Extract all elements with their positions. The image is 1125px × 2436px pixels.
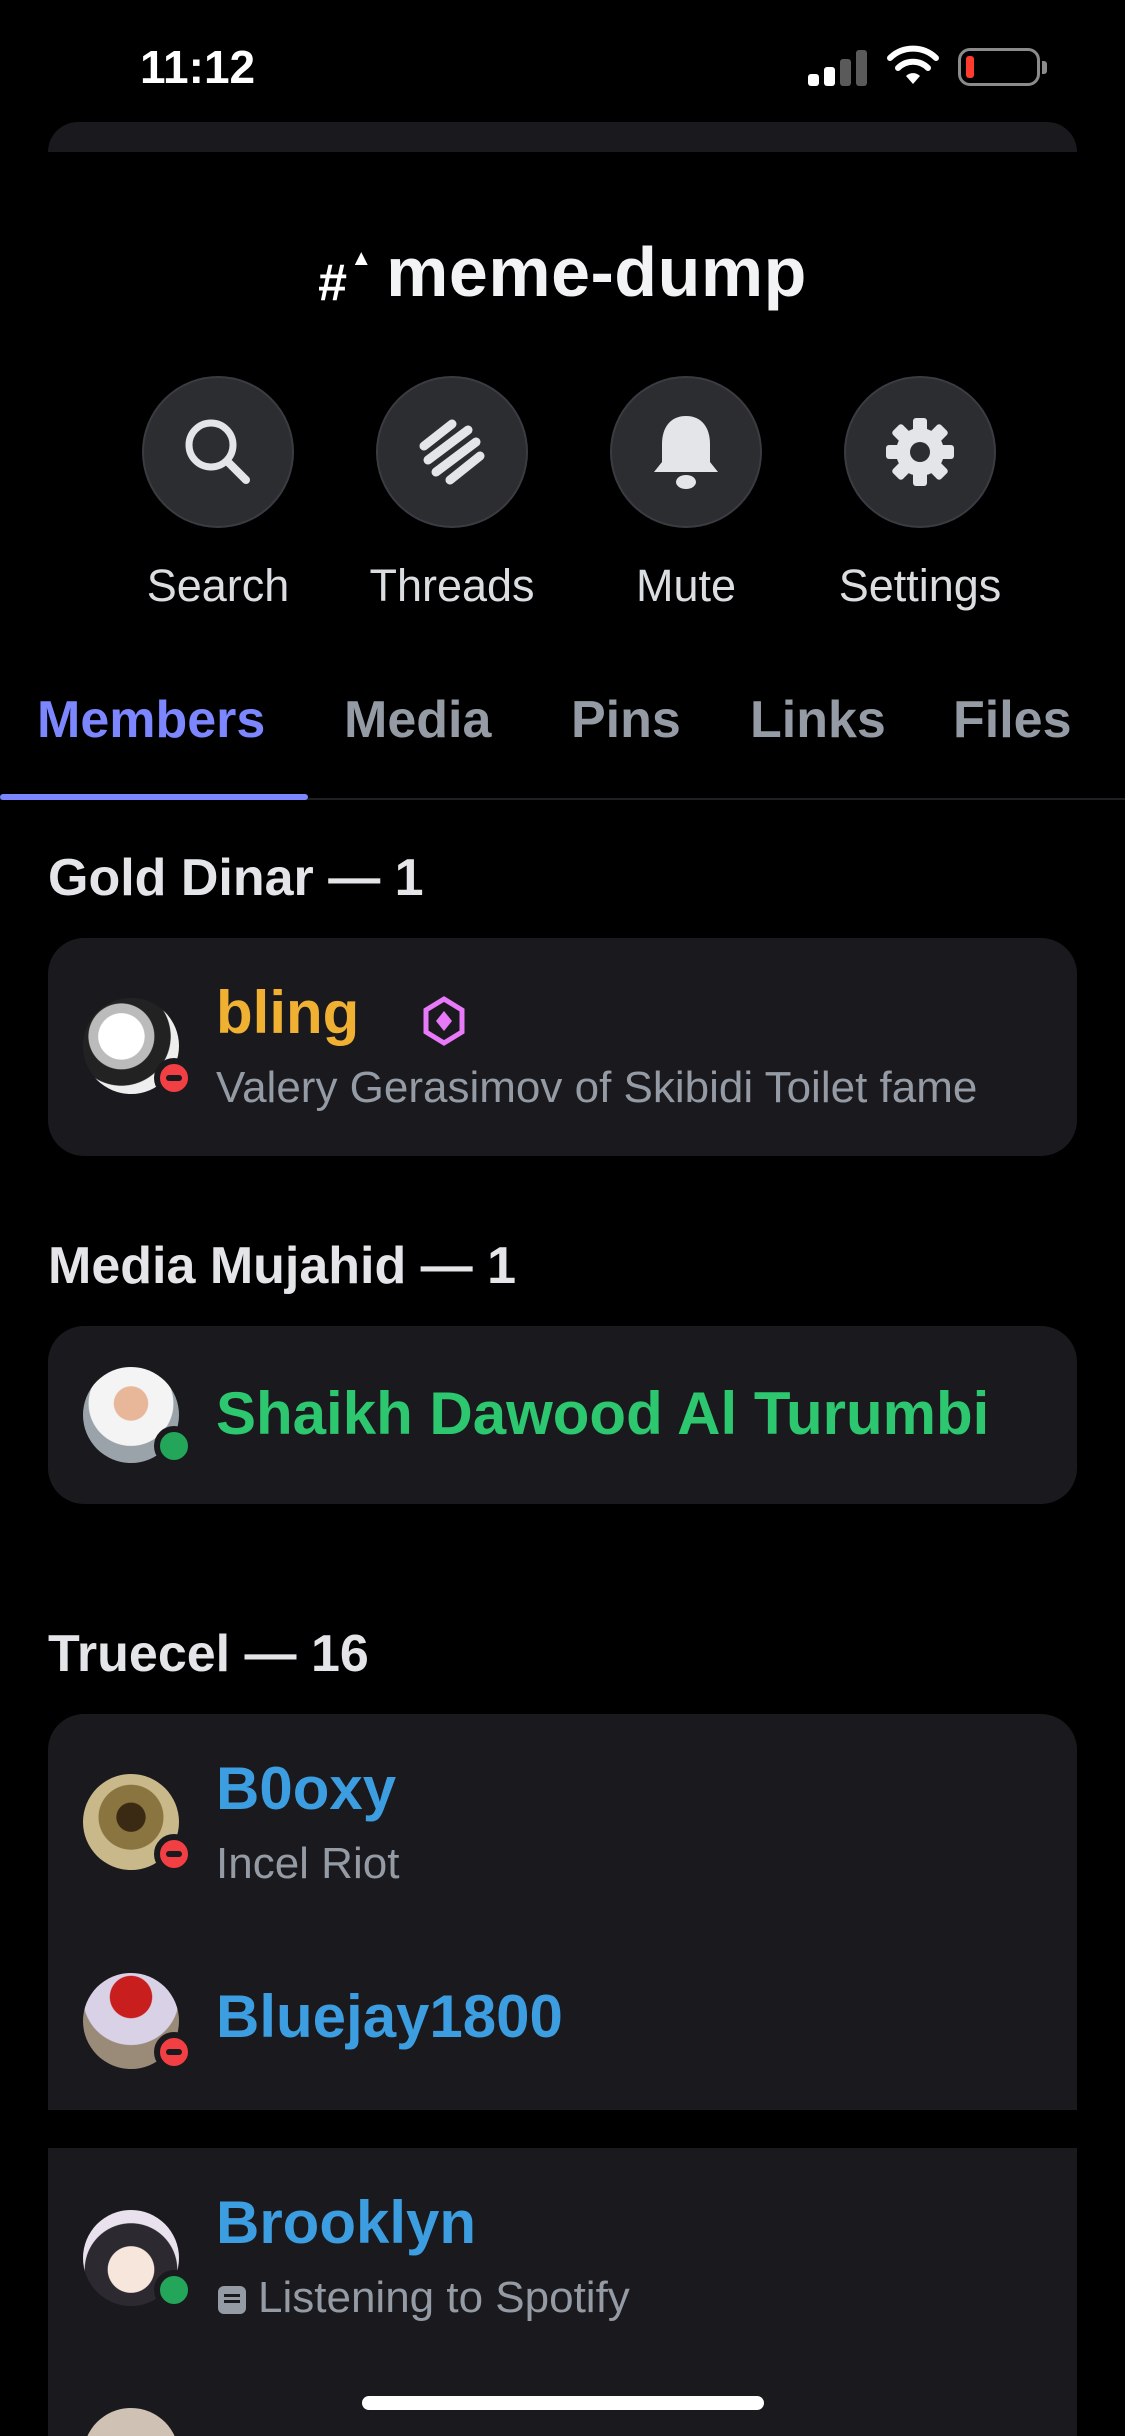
threads-button[interactable]: Threads: [342, 376, 562, 616]
dnd-status-icon: [154, 1834, 194, 1874]
wifi-icon: [887, 45, 939, 84]
member-row-b0oxy[interactable]: B0oxy Incel Riot: [48, 1714, 1077, 1932]
sheet-edge: [48, 122, 1077, 152]
channel-header: # ▲ meme-dump: [0, 232, 1125, 312]
locked-hash-icon: # ▲: [318, 245, 373, 312]
tab-pins[interactable]: Pins: [571, 680, 681, 800]
channel-name: meme-dump: [386, 233, 807, 311]
battery-icon: [958, 48, 1047, 86]
battery-level: [966, 56, 974, 78]
bell-icon: [654, 416, 718, 489]
search-button[interactable]: Search: [108, 376, 328, 616]
member-card-continued: Brooklyn Listening to Spotify: [48, 2148, 1077, 2436]
member-name: bling: [216, 979, 360, 1046]
mute-label: Mute: [635, 560, 737, 611]
tab-files[interactable]: Files: [953, 680, 1072, 800]
threads-icon: [419, 419, 485, 485]
role-gem-icon: [423, 996, 465, 1046]
member-row-bling[interactable]: bling Valery Gerasimov of Skibidi Toilet…: [48, 938, 1077, 1156]
settings-circle[interactable]: [844, 376, 996, 528]
channel-tabs: Members Media Pins Links Files: [0, 680, 1125, 800]
role-header-media-mujahid: Media Mujahid — 1: [48, 1237, 517, 1295]
member-activity: Listening to Spotify: [258, 2273, 630, 2322]
threads-label: Threads: [369, 560, 535, 611]
gear-icon: [886, 418, 954, 486]
settings-button[interactable]: Settings: [810, 376, 1030, 616]
search-circle[interactable]: [142, 376, 294, 528]
member-name: Bluejay1800: [216, 1983, 563, 2050]
dnd-status-icon: [154, 2032, 194, 2072]
mute-circle[interactable]: [610, 376, 762, 528]
activity-icon: [218, 2286, 246, 2314]
member-row-bluejay1800[interactable]: Bluejay1800: [48, 1932, 1077, 2110]
tab-members[interactable]: Members: [37, 680, 265, 800]
status-time: 11:12: [140, 41, 256, 93]
status-bar: 11:12: [0, 0, 1125, 130]
search-label: Search: [146, 560, 290, 611]
cellular-signal-icon: [808, 50, 870, 86]
tab-media[interactable]: Media: [344, 680, 491, 800]
dnd-status-icon: [154, 1058, 194, 1098]
role-header-truecel: Truecel — 16: [48, 1625, 369, 1683]
role-card-truecel: B0oxy Incel Riot Bluejay1800: [48, 1714, 1077, 2110]
role-card-media-mujahid: Shaikh Dawood Al Turumbi: [48, 1326, 1077, 1504]
home-indicator: [362, 2396, 764, 2410]
member-name: Shaikh Dawood Al Turumbi: [216, 1380, 990, 1447]
online-status-icon: [154, 2270, 194, 2310]
member-custom-status: Incel Riot: [216, 1839, 400, 1888]
member-name: B0oxy: [216, 1755, 397, 1822]
mute-button[interactable]: Mute: [576, 376, 796, 616]
avatar[interactable]: [83, 2408, 179, 2436]
settings-label: Settings: [838, 560, 1002, 611]
channel-actions: Search Threads Mute Settings: [0, 376, 1125, 616]
online-status-icon: [154, 1426, 194, 1466]
threads-circle[interactable]: [376, 376, 528, 528]
member-row-shaikh[interactable]: Shaikh Dawood Al Turumbi: [48, 1326, 1077, 1504]
role-header-gold-dinar: Gold Dinar — 1: [48, 849, 424, 907]
member-row-brooklyn[interactable]: Brooklyn Listening to Spotify: [48, 2148, 1077, 2366]
tab-links[interactable]: Links: [750, 680, 886, 800]
member-name: Brooklyn: [216, 2189, 477, 2256]
active-tab-indicator: [0, 794, 308, 800]
role-card-gold-dinar: bling Valery Gerasimov of Skibidi Toilet…: [48, 938, 1077, 1156]
search-icon: [185, 419, 250, 484]
member-custom-status: Valery Gerasimov of Skibidi Toilet fame: [216, 1063, 978, 1112]
